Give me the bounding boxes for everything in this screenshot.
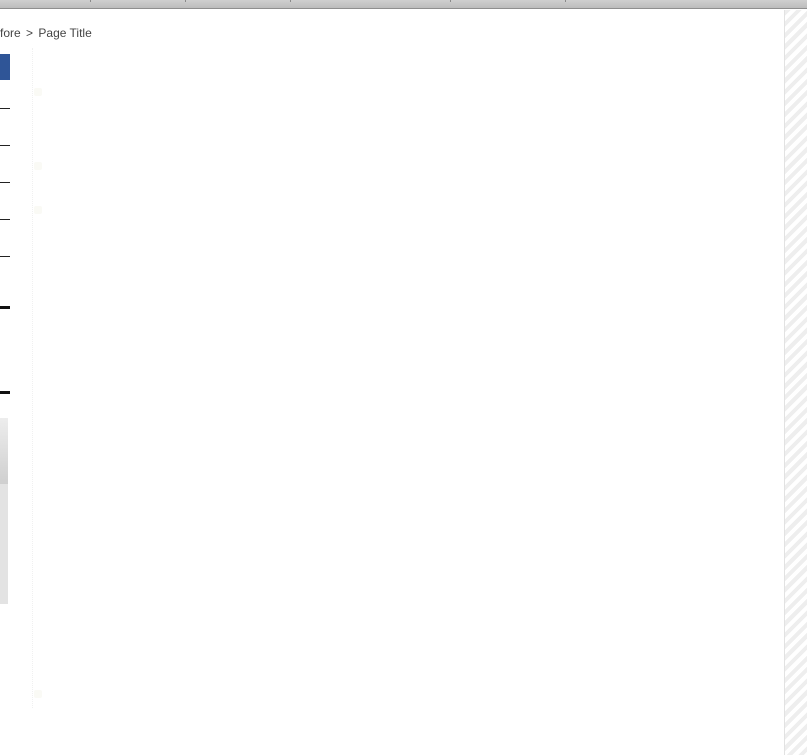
sidebar-panel-header <box>0 418 8 484</box>
breadcrumb-separator: > <box>26 26 34 40</box>
top-bar-divider <box>565 0 566 2</box>
content-marker <box>34 690 42 698</box>
sidebar-item-divider <box>0 182 10 183</box>
sidebar-panel <box>0 418 8 604</box>
sidebar-section-divider <box>0 306 10 309</box>
top-bar-divider <box>90 0 91 2</box>
breadcrumb: fore > Page Title <box>0 26 92 40</box>
sidebar-item-divider <box>0 145 10 146</box>
top-bar-divider <box>450 0 451 2</box>
window-top-bar <box>0 0 807 9</box>
breadcrumb-current-page: Page Title <box>38 26 92 40</box>
sidebar-item-divider <box>0 256 10 257</box>
content-guide-line <box>32 48 35 708</box>
content-marker <box>34 206 42 214</box>
content-marker <box>34 162 42 170</box>
content-marker <box>34 88 42 96</box>
top-bar-divider <box>290 0 291 2</box>
left-sidebar <box>0 0 12 755</box>
sidebar-item-divider <box>0 219 10 220</box>
top-bar-divider <box>185 0 186 2</box>
sidebar-item-active[interactable] <box>0 54 10 80</box>
vertical-scrollbar[interactable] <box>784 10 807 755</box>
sidebar-section-divider <box>0 391 10 394</box>
sidebar-item-divider <box>0 108 10 109</box>
